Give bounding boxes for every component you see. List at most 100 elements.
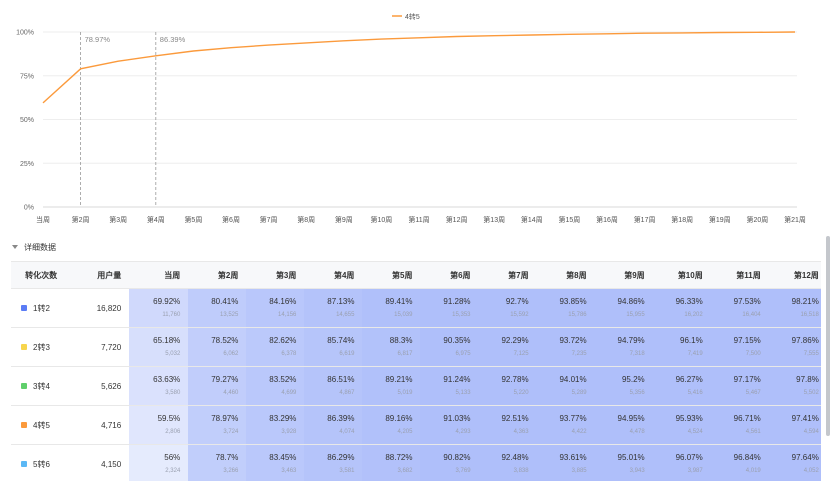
cell-count: 2,324 — [129, 466, 180, 476]
detail-section-header[interactable]: 详细数据 — [12, 240, 56, 254]
row-users: 4,150 — [71, 445, 129, 481]
cell-count: 3,724 — [188, 427, 238, 437]
detail-table-container[interactable]: 转化次数用户量当周第2周第3周第4周第5周第6周第7周第8周第9周第10周第11… — [11, 261, 821, 481]
retention-cell: 94.86%15,955 — [595, 289, 653, 328]
cell-percent: 91.24% — [420, 374, 470, 386]
cell-percent: 94.01% — [537, 374, 587, 386]
x-tick-label: 第13周 — [483, 215, 505, 224]
cell-percent: 98.21% — [769, 296, 819, 308]
cell-percent: 96.27% — [653, 374, 703, 386]
cell-count: 3,682 — [362, 466, 412, 476]
cell-count: 6,378 — [246, 349, 296, 359]
series-color-swatch[interactable] — [21, 344, 27, 350]
cell-percent: 78.97% — [188, 413, 238, 425]
section-title: 详细数据 — [24, 242, 56, 253]
y-axis-ticks: 0%25%50%75%100% — [16, 30, 34, 212]
x-tick-label: 第2周 — [72, 215, 90, 224]
cell-count: 4,363 — [479, 427, 529, 437]
header-users: 用户量 — [71, 262, 129, 289]
cell-percent: 97.15% — [711, 335, 761, 347]
cell-percent: 95.2% — [595, 374, 645, 386]
cell-count: 15,786 — [537, 310, 587, 320]
x-tick-label: 第21周 — [784, 215, 806, 224]
cell-count: 6,619 — [304, 349, 354, 359]
series-color-swatch[interactable] — [21, 422, 27, 428]
retention-cell: 92.51%4,363 — [479, 406, 537, 445]
retention-cell: 94.95%4,478 — [595, 406, 653, 445]
row-name-cell: 4转5 — [11, 406, 71, 445]
header-week: 第11周 — [711, 262, 769, 289]
series-color-swatch[interactable] — [21, 461, 27, 467]
cell-percent: 96.1% — [653, 335, 703, 347]
cell-percent: 95.01% — [595, 452, 645, 464]
series-color-swatch[interactable] — [21, 305, 27, 311]
cell-count: 3,581 — [304, 466, 354, 476]
cell-count: 3,463 — [246, 466, 296, 476]
retention-cell: 78.97% 3,724 — [188, 406, 246, 445]
chart-legend[interactable]: 4转5 — [392, 12, 420, 21]
retention-cell: 94.01%5,289 — [537, 367, 595, 406]
retention-cell: 80.41% 13,525 — [188, 289, 246, 328]
cell-percent: 93.61% — [537, 452, 587, 464]
retention-cell: 95.93%4,524 — [653, 406, 711, 445]
retention-cell: 63.63%3,580 — [129, 367, 188, 406]
row-name: 1转2 — [33, 304, 50, 313]
cell-count: 15,353 — [420, 310, 470, 320]
cell-count: 7,235 — [537, 349, 587, 359]
retention-cell: 97.8%5,502 — [769, 367, 821, 406]
cell-percent: 80.41% — [188, 296, 238, 308]
retention-cell: 93.61%3,885 — [537, 445, 595, 481]
cell-count: 6,817 — [362, 349, 412, 359]
cell-count: 15,955 — [595, 310, 645, 320]
header-week: 第10周 — [653, 262, 711, 289]
retention-cell: 86.29%3,581 — [304, 445, 362, 481]
cell-count: 5,467 — [711, 388, 761, 398]
cell-percent: 96.84% — [711, 452, 761, 464]
retention-cell: 59.5%2,806 — [129, 406, 188, 445]
retention-cell: 92.78%5,220 — [479, 367, 537, 406]
retention-cell: 91.24% 5,133 — [420, 367, 478, 406]
retention-cell: 96.27%5,416 — [653, 367, 711, 406]
cell-count: 13,525 — [188, 310, 238, 320]
retention-cell: 97.64%4,052 — [769, 445, 821, 481]
cell-count: 6,062 — [188, 349, 238, 359]
collapse-caret-icon[interactable] — [12, 245, 18, 249]
retention-cell: 78.52%6,062 — [188, 328, 246, 367]
cell-count: 5,220 — [479, 388, 529, 398]
x-tick-label: 第12周 — [446, 215, 468, 224]
retention-cell: 93.77%4,422 — [537, 406, 595, 445]
cell-percent: 56% — [129, 452, 180, 464]
cell-percent: 91.28% — [420, 296, 470, 308]
series-color-swatch[interactable] — [21, 383, 27, 389]
cell-percent: 90.35% — [420, 335, 470, 347]
retention-cell: 96.07%3,987 — [653, 445, 711, 481]
cell-count: 3,769 — [420, 466, 470, 476]
table-row: 3转45,62663.63%3,58079.27%4,46083.52%4,69… — [11, 367, 821, 406]
retention-cell: 97.17% 5,467 — [711, 367, 769, 406]
legend-label: 4转5 — [405, 12, 420, 21]
vertical-scrollbar[interactable] — [826, 236, 830, 436]
cell-percent: 96.71% — [711, 413, 761, 425]
cell-count: 4,478 — [595, 427, 645, 437]
retention-cell: 97.41%4,594 — [769, 406, 821, 445]
cell-percent: 93.72% — [537, 335, 587, 347]
row-name-cell: 1转2 — [11, 289, 71, 328]
header-week: 第5周 — [362, 262, 420, 289]
row-name: 3转4 — [33, 382, 50, 391]
x-tick-label: 第4周 — [147, 215, 165, 224]
retention-cell: 96.71%4,561 — [711, 406, 769, 445]
header-week: 第4周 — [304, 262, 362, 289]
retention-cell: 96.33%16,202 — [653, 289, 711, 328]
cell-count: 5,133 — [420, 388, 470, 398]
cell-count: 4,422 — [537, 427, 587, 437]
x-tick-label: 第6周 — [222, 215, 240, 224]
x-tick-label: 第15周 — [559, 215, 581, 224]
cell-percent: 83.29% — [246, 413, 296, 425]
marker-label: 86.39% — [160, 35, 186, 44]
cell-percent: 97.17% — [711, 374, 761, 386]
cell-count: 4,594 — [769, 427, 819, 437]
retention-cell: 83.29%3,928 — [246, 406, 304, 445]
x-tick-label: 第5周 — [184, 215, 202, 224]
row-users: 16,820 — [71, 289, 129, 328]
cell-percent: 69.92% — [129, 296, 180, 308]
